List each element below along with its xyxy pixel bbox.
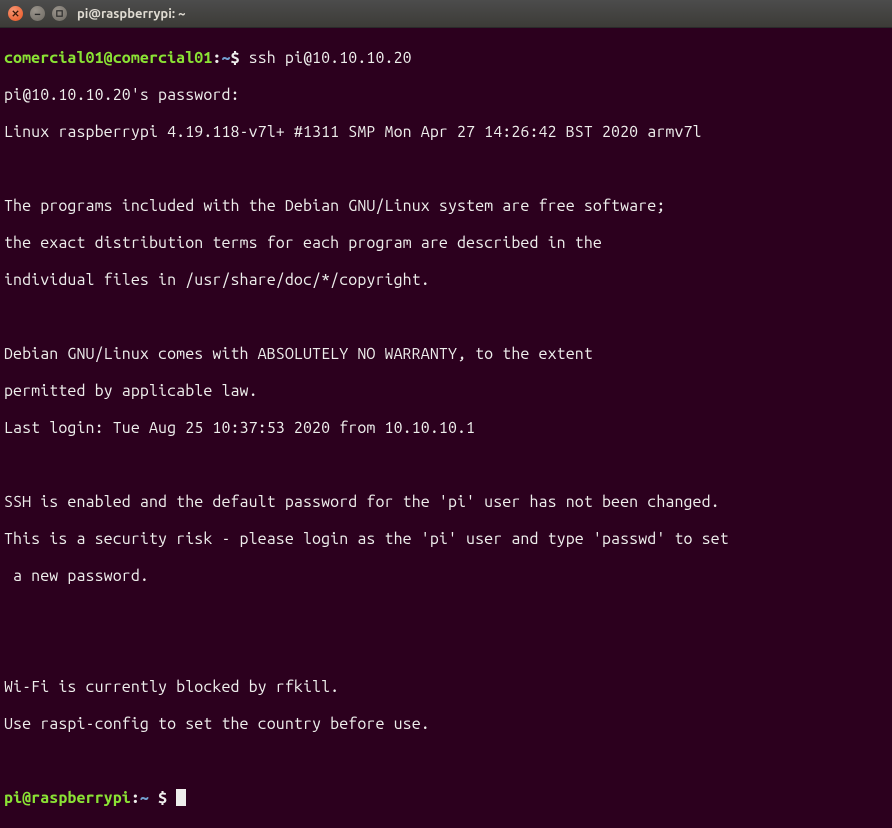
output-line [4, 641, 888, 660]
output-line [4, 604, 888, 623]
output-line: individual files in /usr/share/doc/*/cop… [4, 271, 888, 290]
maximize-button[interactable] [52, 6, 67, 21]
prompt-line-1: comercial01@comercial01:~$ ssh pi@10.10.… [4, 49, 888, 68]
output-line: Wi-Fi is currently blocked by rfkill. [4, 678, 888, 697]
maximize-icon [55, 9, 64, 18]
command-text: ssh pi@10.10.10.20 [249, 49, 412, 67]
output-line [4, 456, 888, 475]
terminal-cursor [176, 789, 186, 806]
prompt-user: comercial01@comercial01 [4, 49, 212, 67]
prompt-user: pi@raspberrypi [4, 789, 131, 807]
output-line: Use raspi-config to set the country befo… [4, 715, 888, 734]
terminal-output[interactable]: comercial01@comercial01:~$ ssh pi@10.10.… [0, 28, 892, 828]
output-line: SSH is enabled and the default password … [4, 493, 888, 512]
minimize-icon [33, 9, 42, 18]
prompt-line-2: pi@raspberrypi:~ $ [4, 789, 888, 808]
output-line [4, 160, 888, 179]
window-controls [8, 6, 67, 21]
output-line: This is a security risk - please login a… [4, 530, 888, 549]
output-line: the exact distribution terms for each pr… [4, 234, 888, 253]
output-line: a new password. [4, 567, 888, 586]
close-button[interactable] [8, 6, 23, 21]
window-titlebar: pi@raspberrypi: ~ [0, 0, 892, 28]
window-title: pi@raspberrypi: ~ [77, 7, 185, 21]
output-line: Debian GNU/Linux comes with ABSOLUTELY N… [4, 345, 888, 364]
prompt-dollar: $ [231, 49, 249, 67]
output-line: permitted by applicable law. [4, 382, 888, 401]
prompt-path: ~ [140, 789, 149, 807]
prompt-colon: : [131, 789, 140, 807]
output-line: Linux raspberrypi 4.19.118-v7l+ #1311 SM… [4, 123, 888, 142]
close-icon [11, 9, 20, 18]
output-line: Last login: Tue Aug 25 10:37:53 2020 fro… [4, 419, 888, 438]
prompt-dollar: $ [158, 789, 167, 807]
minimize-button[interactable] [30, 6, 45, 21]
prompt-path: ~ [221, 49, 230, 67]
output-line [4, 752, 888, 771]
output-line: The programs included with the Debian GN… [4, 197, 888, 216]
output-line [4, 308, 888, 327]
output-line: pi@10.10.10.20's password: [4, 86, 888, 105]
